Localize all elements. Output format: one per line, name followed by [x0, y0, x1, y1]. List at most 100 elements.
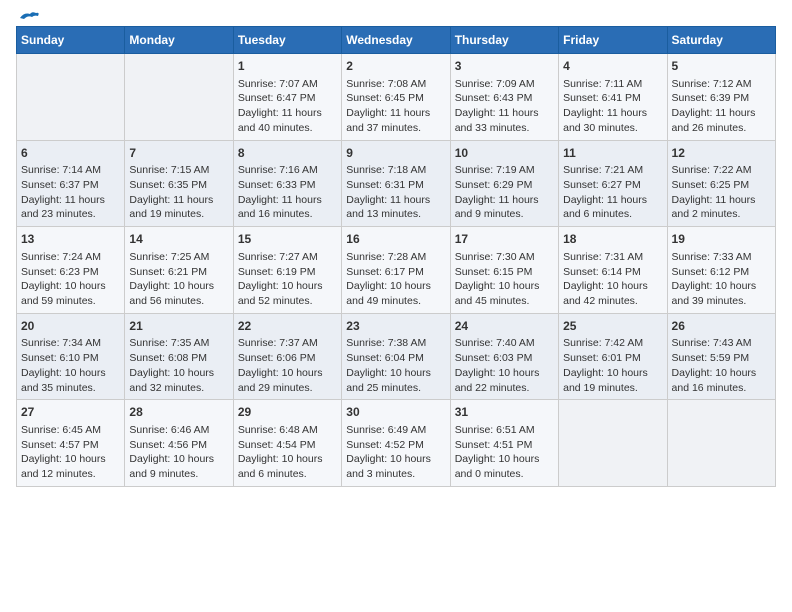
sunrise-text: Sunrise: 7:11 AM	[563, 77, 662, 92]
sunset-text: Sunset: 6:06 PM	[238, 351, 337, 366]
sunrise-text: Sunrise: 7:42 AM	[563, 336, 662, 351]
sunset-text: Sunset: 6:12 PM	[672, 265, 771, 280]
column-header-wednesday: Wednesday	[342, 27, 450, 54]
column-header-thursday: Thursday	[450, 27, 558, 54]
calendar-cell: 11Sunrise: 7:21 AMSunset: 6:27 PMDayligh…	[559, 140, 667, 227]
sunset-text: Sunset: 6:19 PM	[238, 265, 337, 280]
calendar-cell: 10Sunrise: 7:19 AMSunset: 6:29 PMDayligh…	[450, 140, 558, 227]
calendar-week-row: 6Sunrise: 7:14 AMSunset: 6:37 PMDaylight…	[17, 140, 776, 227]
daylight-text: Daylight: 10 hours and 9 minutes.	[129, 452, 228, 481]
sunset-text: Sunset: 6:14 PM	[563, 265, 662, 280]
calendar-cell: 20Sunrise: 7:34 AMSunset: 6:10 PMDayligh…	[17, 313, 125, 400]
sunrise-text: Sunrise: 7:38 AM	[346, 336, 445, 351]
day-number: 18	[563, 231, 662, 248]
sunrise-text: Sunrise: 6:48 AM	[238, 423, 337, 438]
calendar-cell: 14Sunrise: 7:25 AMSunset: 6:21 PMDayligh…	[125, 227, 233, 314]
page-header	[16, 16, 776, 22]
calendar-week-row: 13Sunrise: 7:24 AMSunset: 6:23 PMDayligh…	[17, 227, 776, 314]
calendar-cell: 1Sunrise: 7:07 AMSunset: 6:47 PMDaylight…	[233, 54, 341, 141]
day-number: 5	[672, 58, 771, 75]
sunset-text: Sunset: 6:43 PM	[455, 91, 554, 106]
calendar-header-row: SundayMondayTuesdayWednesdayThursdayFrid…	[17, 27, 776, 54]
daylight-text: Daylight: 11 hours and 26 minutes.	[672, 106, 771, 135]
sunrise-text: Sunrise: 7:18 AM	[346, 163, 445, 178]
daylight-text: Daylight: 11 hours and 16 minutes.	[238, 193, 337, 222]
sunset-text: Sunset: 6:31 PM	[346, 178, 445, 193]
sunrise-text: Sunrise: 7:16 AM	[238, 163, 337, 178]
calendar-cell: 2Sunrise: 7:08 AMSunset: 6:45 PMDaylight…	[342, 54, 450, 141]
day-number: 17	[455, 231, 554, 248]
sunset-text: Sunset: 6:03 PM	[455, 351, 554, 366]
calendar-week-row: 1Sunrise: 7:07 AMSunset: 6:47 PMDaylight…	[17, 54, 776, 141]
daylight-text: Daylight: 11 hours and 33 minutes.	[455, 106, 554, 135]
calendar-cell: 28Sunrise: 6:46 AMSunset: 4:56 PMDayligh…	[125, 400, 233, 487]
sunset-text: Sunset: 6:08 PM	[129, 351, 228, 366]
daylight-text: Daylight: 10 hours and 56 minutes.	[129, 279, 228, 308]
day-number: 21	[129, 318, 228, 335]
calendar-cell: 29Sunrise: 6:48 AMSunset: 4:54 PMDayligh…	[233, 400, 341, 487]
daylight-text: Daylight: 10 hours and 59 minutes.	[21, 279, 120, 308]
calendar-cell: 24Sunrise: 7:40 AMSunset: 6:03 PMDayligh…	[450, 313, 558, 400]
calendar-cell: 17Sunrise: 7:30 AMSunset: 6:15 PMDayligh…	[450, 227, 558, 314]
logo	[16, 16, 40, 22]
daylight-text: Daylight: 11 hours and 6 minutes.	[563, 193, 662, 222]
sunset-text: Sunset: 5:59 PM	[672, 351, 771, 366]
calendar-cell	[667, 400, 775, 487]
daylight-text: Daylight: 10 hours and 45 minutes.	[455, 279, 554, 308]
sunset-text: Sunset: 6:37 PM	[21, 178, 120, 193]
sunset-text: Sunset: 6:35 PM	[129, 178, 228, 193]
column-header-sunday: Sunday	[17, 27, 125, 54]
daylight-text: Daylight: 11 hours and 40 minutes.	[238, 106, 337, 135]
sunrise-text: Sunrise: 7:09 AM	[455, 77, 554, 92]
sunrise-text: Sunrise: 6:45 AM	[21, 423, 120, 438]
calendar-week-row: 27Sunrise: 6:45 AMSunset: 4:57 PMDayligh…	[17, 400, 776, 487]
sunset-text: Sunset: 6:45 PM	[346, 91, 445, 106]
column-header-tuesday: Tuesday	[233, 27, 341, 54]
day-number: 28	[129, 404, 228, 421]
sunrise-text: Sunrise: 7:37 AM	[238, 336, 337, 351]
sunrise-text: Sunrise: 7:40 AM	[455, 336, 554, 351]
calendar-cell: 18Sunrise: 7:31 AMSunset: 6:14 PMDayligh…	[559, 227, 667, 314]
sunrise-text: Sunrise: 7:43 AM	[672, 336, 771, 351]
day-number: 24	[455, 318, 554, 335]
sunset-text: Sunset: 6:47 PM	[238, 91, 337, 106]
calendar-cell: 4Sunrise: 7:11 AMSunset: 6:41 PMDaylight…	[559, 54, 667, 141]
calendar-cell: 21Sunrise: 7:35 AMSunset: 6:08 PMDayligh…	[125, 313, 233, 400]
daylight-text: Daylight: 11 hours and 2 minutes.	[672, 193, 771, 222]
daylight-text: Daylight: 11 hours and 13 minutes.	[346, 193, 445, 222]
day-number: 2	[346, 58, 445, 75]
calendar-cell: 12Sunrise: 7:22 AMSunset: 6:25 PMDayligh…	[667, 140, 775, 227]
sunrise-text: Sunrise: 7:27 AM	[238, 250, 337, 265]
daylight-text: Daylight: 10 hours and 3 minutes.	[346, 452, 445, 481]
sunrise-text: Sunrise: 7:14 AM	[21, 163, 120, 178]
daylight-text: Daylight: 10 hours and 16 minutes.	[672, 366, 771, 395]
sunset-text: Sunset: 6:33 PM	[238, 178, 337, 193]
sunset-text: Sunset: 4:52 PM	[346, 438, 445, 453]
calendar-cell: 3Sunrise: 7:09 AMSunset: 6:43 PMDaylight…	[450, 54, 558, 141]
daylight-text: Daylight: 10 hours and 49 minutes.	[346, 279, 445, 308]
calendar-week-row: 20Sunrise: 7:34 AMSunset: 6:10 PMDayligh…	[17, 313, 776, 400]
column-header-monday: Monday	[125, 27, 233, 54]
calendar-cell: 23Sunrise: 7:38 AMSunset: 6:04 PMDayligh…	[342, 313, 450, 400]
logo-bird-icon	[18, 10, 40, 26]
sunrise-text: Sunrise: 6:46 AM	[129, 423, 228, 438]
daylight-text: Daylight: 11 hours and 9 minutes.	[455, 193, 554, 222]
sunrise-text: Sunrise: 7:35 AM	[129, 336, 228, 351]
day-number: 30	[346, 404, 445, 421]
calendar-cell: 7Sunrise: 7:15 AMSunset: 6:35 PMDaylight…	[125, 140, 233, 227]
daylight-text: Daylight: 10 hours and 22 minutes.	[455, 366, 554, 395]
day-number: 25	[563, 318, 662, 335]
day-number: 27	[21, 404, 120, 421]
sunset-text: Sunset: 6:25 PM	[672, 178, 771, 193]
sunrise-text: Sunrise: 7:21 AM	[563, 163, 662, 178]
calendar-cell: 15Sunrise: 7:27 AMSunset: 6:19 PMDayligh…	[233, 227, 341, 314]
calendar-cell: 30Sunrise: 6:49 AMSunset: 4:52 PMDayligh…	[342, 400, 450, 487]
calendar-cell	[17, 54, 125, 141]
calendar-cell: 26Sunrise: 7:43 AMSunset: 5:59 PMDayligh…	[667, 313, 775, 400]
daylight-text: Daylight: 10 hours and 6 minutes.	[238, 452, 337, 481]
sunrise-text: Sunrise: 7:25 AM	[129, 250, 228, 265]
sunset-text: Sunset: 6:29 PM	[455, 178, 554, 193]
day-number: 11	[563, 145, 662, 162]
day-number: 13	[21, 231, 120, 248]
sunrise-text: Sunrise: 7:28 AM	[346, 250, 445, 265]
